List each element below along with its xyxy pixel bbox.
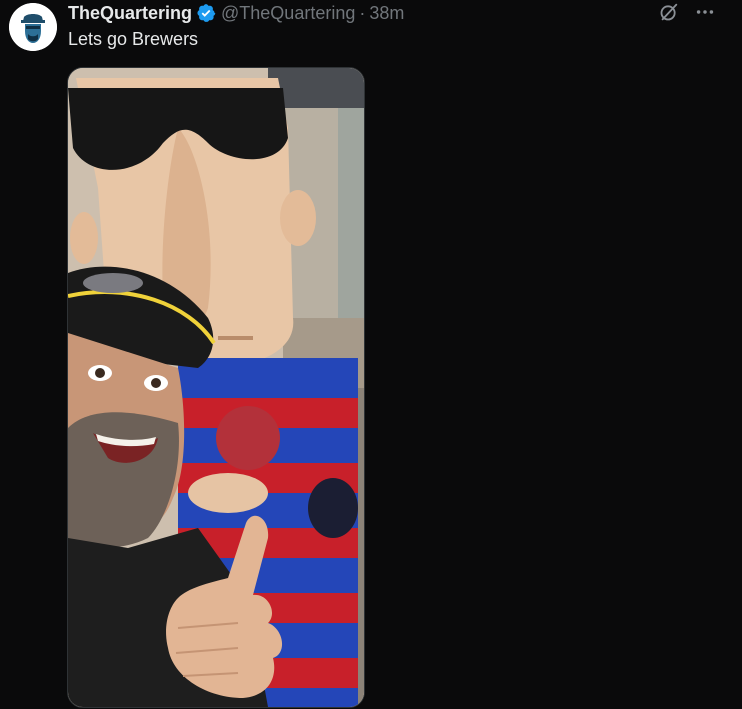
selfie-photo-image	[68, 68, 364, 707]
user-handle[interactable]: @TheQuartering	[221, 3, 355, 24]
tweet-header: TheQuartering @TheQuartering · 38m	[68, 2, 404, 24]
display-name[interactable]: TheQuartering	[68, 3, 192, 24]
timestamp[interactable]: 38m	[369, 3, 404, 24]
avatar[interactable]	[9, 3, 57, 51]
tweet-photo[interactable]	[67, 67, 365, 708]
tweet-text: Lets go Brewers	[68, 29, 199, 49]
grok-icon[interactable]	[658, 1, 680, 23]
more-options-icon[interactable]	[694, 1, 716, 23]
tweet-actions	[658, 0, 716, 24]
verified-badge-icon[interactable]	[196, 3, 216, 23]
avatar-logo-icon	[9, 3, 57, 51]
separator-dot: ·	[359, 2, 366, 23]
tweet: TheQuartering @TheQuartering · 38m Lets	[0, 0, 742, 709]
